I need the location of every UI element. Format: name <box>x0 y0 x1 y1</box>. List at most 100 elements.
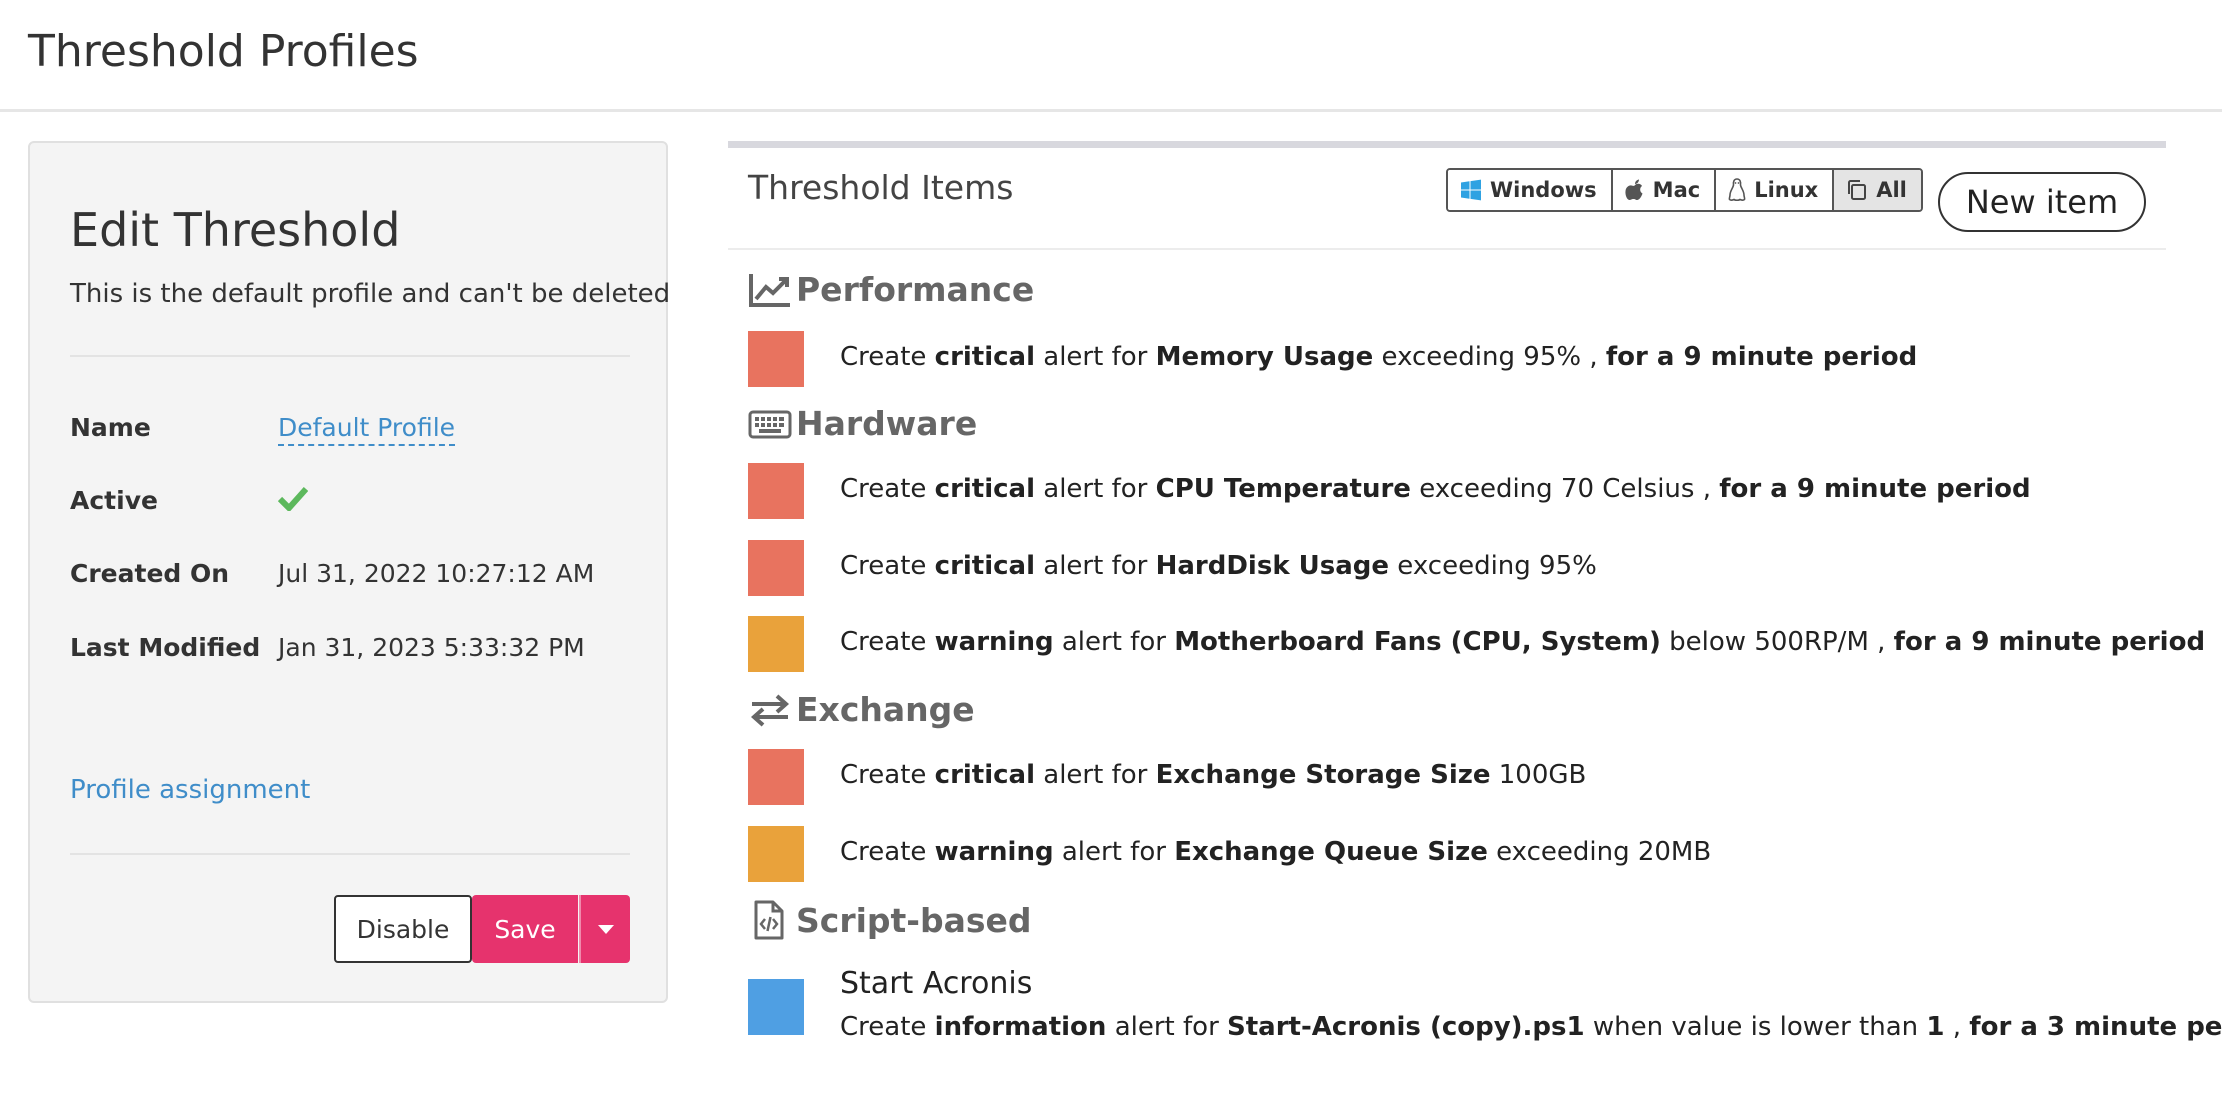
profile-name-value[interactable]: Default Profile <box>278 413 456 446</box>
rule-text: Create <box>840 342 935 372</box>
rule-text: Create <box>840 627 935 657</box>
section-script-based: Script-based <box>748 900 1032 940</box>
os-filter-group: Windows Mac Linux All <box>1446 168 1923 212</box>
severity-critical-swatch <box>748 540 804 596</box>
filter-all[interactable]: All <box>1834 170 1921 210</box>
rule-metric: Start-Acronis (copy).ps1 <box>1227 1012 1585 1042</box>
severity-warning-swatch <box>748 616 804 672</box>
severity-critical-swatch <box>748 749 804 805</box>
rule-text: , <box>1944 1012 1970 1042</box>
disable-button[interactable]: Disable <box>334 895 472 963</box>
script-rule-name[interactable]: Start Acronis <box>840 966 1032 1001</box>
rule-text: alert for <box>1035 342 1156 372</box>
divider <box>70 355 630 357</box>
rule-metric: Memory Usage <box>1155 342 1374 372</box>
rule-period: for a 9 minute period <box>1605 342 1918 372</box>
rule-value: 1 <box>1926 1012 1945 1042</box>
threshold-rule[interactable]: Create warning alert for Motherboard Fan… <box>840 627 2205 657</box>
section-script-based-title: Script-based <box>796 900 1032 940</box>
rule-text: Create <box>840 551 935 581</box>
rule-text: alert for <box>1035 760 1156 790</box>
rule-text: Create <box>840 1012 935 1042</box>
rule-text: alert for <box>1035 551 1156 581</box>
chart-line-icon <box>749 273 790 307</box>
rule-condition: exceeding 70 Celsius , <box>1410 474 1720 504</box>
check-icon <box>278 486 308 511</box>
profile-name-editable[interactable]: Default Profile <box>278 413 456 446</box>
active-label: Active <box>70 486 158 515</box>
save-options-dropdown[interactable] <box>579 895 630 963</box>
caret-down-icon <box>597 924 614 934</box>
rule-severity: critical <box>934 474 1036 504</box>
rule-condition: when value is lower than <box>1584 1012 1927 1042</box>
last-modified-label: Last Modified <box>70 633 261 662</box>
created-on-value: Jul 31, 2022 10:27:12 AM <box>278 559 595 588</box>
last-modified-value: Jan 31, 2023 5:33:32 PM <box>278 633 585 662</box>
rule-text: alert for <box>1053 627 1175 657</box>
rule-text: alert for <box>1035 474 1156 504</box>
threshold-rule[interactable]: Create information alert for Start-Acron… <box>840 1012 2222 1042</box>
section-hardware-title: Hardware <box>796 404 978 443</box>
rule-text: Create <box>840 760 935 790</box>
rule-text: alert for <box>1106 1012 1228 1042</box>
threshold-rule[interactable]: Create critical alert for CPU Temperatur… <box>840 474 2031 504</box>
name-label: Name <box>70 413 151 442</box>
new-item-button[interactable]: New item <box>1938 172 2146 232</box>
rule-severity: critical <box>934 760 1036 790</box>
section-performance-title: Performance <box>796 270 1035 309</box>
windows-icon <box>1461 179 1481 201</box>
severity-critical-swatch <box>748 463 804 519</box>
rule-condition: exceeding 95% , <box>1373 342 1606 372</box>
page-title: Threshold Profiles <box>28 26 419 77</box>
filter-linux[interactable]: Linux <box>1716 170 1835 210</box>
threshold-rule[interactable]: Create critical alert for Exchange Stora… <box>840 760 1586 790</box>
rule-severity: critical <box>934 342 1036 372</box>
rule-metric: Motherboard Fans (CPU, System) <box>1174 627 1661 657</box>
severity-information-swatch <box>748 979 804 1035</box>
threshold-items-panel: Threshold Items Windows Mac Linux All Ne… <box>728 141 2222 1081</box>
rule-severity: warning <box>934 837 1054 867</box>
threshold-items-title: Threshold Items <box>748 168 1014 207</box>
rule-period: for a 9 minute period <box>1719 474 2031 504</box>
rule-metric: Exchange Storage Size <box>1155 760 1491 790</box>
edit-threshold-panel: Edit Threshold This is the default profi… <box>28 141 670 1003</box>
rule-text: Create <box>840 474 935 504</box>
edit-threshold-title: Edit Threshold <box>70 203 401 257</box>
threshold-rule[interactable]: Create critical alert for HardDisk Usage… <box>840 551 1597 581</box>
file-code-icon <box>754 900 784 940</box>
severity-critical-swatch <box>748 331 804 387</box>
divider <box>70 853 630 855</box>
linux-icon <box>1728 178 1746 202</box>
filter-mac[interactable]: Mac <box>1612 170 1717 210</box>
rule-metric: HardDisk Usage <box>1155 551 1390 581</box>
filter-windows-label: Windows <box>1490 178 1597 202</box>
rule-condition: 100GB <box>1490 760 1587 790</box>
rule-severity: warning <box>934 627 1054 657</box>
apple-icon <box>1625 179 1643 200</box>
filter-windows[interactable]: Windows <box>1448 170 1613 210</box>
rule-condition: exceeding 20MB <box>1487 837 1712 867</box>
rule-condition: below 500RP/M , <box>1660 627 1894 657</box>
rule-metric: CPU Temperature <box>1155 474 1411 504</box>
filter-linux-label: Linux <box>1754 178 1819 202</box>
threshold-rule[interactable]: Create critical alert for Memory Usage e… <box>840 342 1917 372</box>
rule-severity: critical <box>934 551 1036 581</box>
copy-icon <box>1848 180 1867 200</box>
rule-text: Create <box>840 837 935 867</box>
section-hardware: Hardware <box>748 404 977 443</box>
keyboard-icon <box>748 410 792 438</box>
profile-assignment-link[interactable]: Profile assignment <box>70 775 310 805</box>
created-on-label: Created On <box>70 559 230 588</box>
section-performance: Performance <box>748 270 1034 309</box>
rule-metric: Exchange Queue Size <box>1174 837 1488 867</box>
threshold-rule[interactable]: Create warning alert for Exchange Queue … <box>840 837 1711 867</box>
filter-all-label: All <box>1876 178 1907 202</box>
rule-severity: information <box>934 1012 1107 1042</box>
section-exchange: Exchange <box>748 690 975 729</box>
rule-period: for a 3 minute period <box>1969 1012 2222 1042</box>
rule-text: alert for <box>1053 837 1175 867</box>
rule-period: for a 9 minute period <box>1893 627 2206 657</box>
save-button[interactable]: Save <box>472 895 578 963</box>
page-header: Threshold Profiles <box>0 0 2222 112</box>
severity-warning-swatch <box>748 826 804 882</box>
